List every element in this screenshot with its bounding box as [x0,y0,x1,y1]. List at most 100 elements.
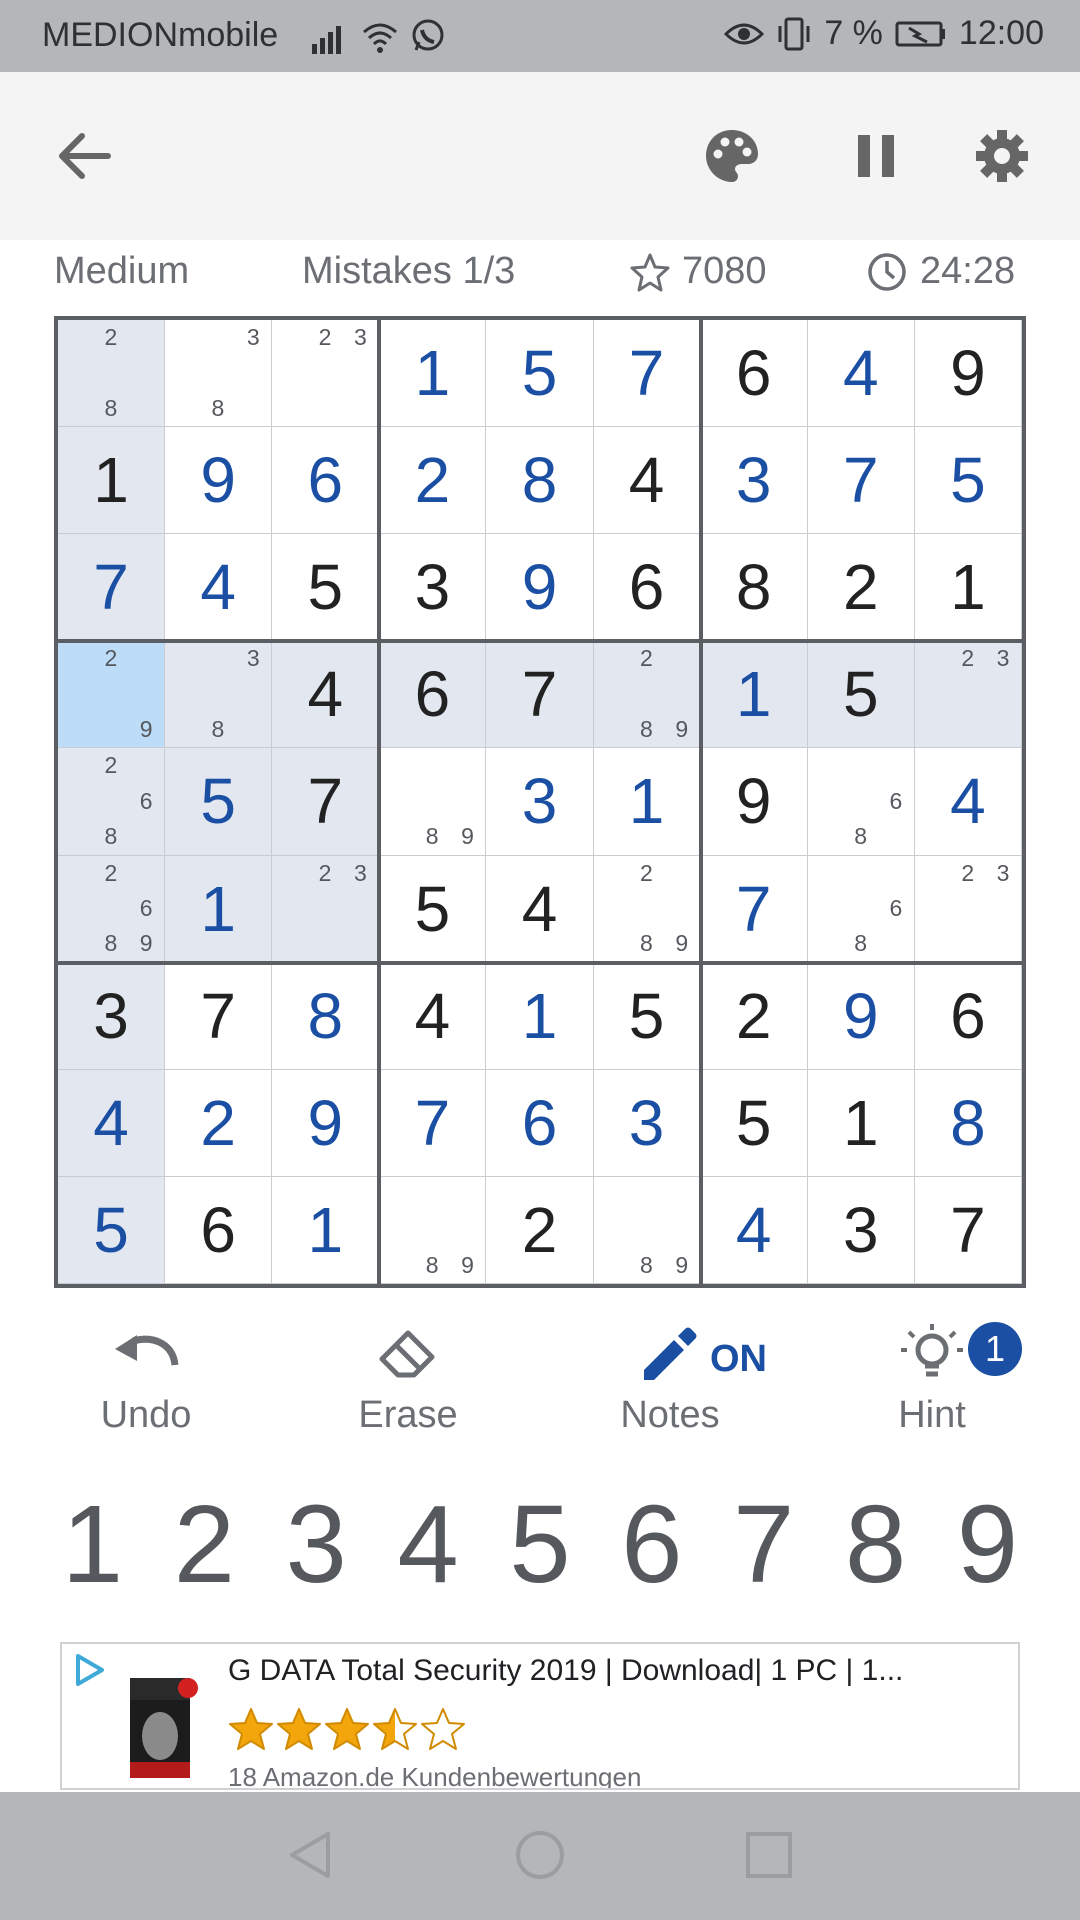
undo-button[interactable]: Undo [46,1318,246,1448]
board-cell-r7c8[interactable]: 9 [807,962,915,1070]
board-cell-r7c3[interactable]: 8 [272,962,380,1070]
board-cell-r9c6[interactable]: 89 [593,1176,701,1284]
back-nav-icon[interactable] [284,1828,338,1882]
board-cell-r2c8[interactable]: 7 [807,427,915,535]
board-cell-r8c9[interactable]: 8 [914,1069,1022,1177]
settings-button[interactable] [962,116,1042,196]
board-cell-r7c1[interactable]: 3 [58,962,166,1070]
number-key-2[interactable]: 2 [152,1490,257,1600]
board-cell-r6c4[interactable]: 5 [379,855,487,963]
ad-title[interactable]: G DATA Total Security 2019 | Download| 1… [228,1654,903,1688]
board-cell-r2c3[interactable]: 6 [272,427,380,535]
board-cell-r4c9[interactable]: 23 [914,641,1022,749]
board-cell-r7c9[interactable]: 6 [914,962,1022,1070]
board-cell-r3c7[interactable]: 8 [700,534,808,642]
board-cell-r3c6[interactable]: 6 [593,534,701,642]
board-cell-r6c3[interactable]: 23 [272,855,380,963]
number-key-8[interactable]: 8 [823,1490,928,1600]
number-key-5[interactable]: 5 [488,1490,593,1600]
board-cell-r9c3[interactable]: 1 [272,1176,380,1284]
ad-reviews[interactable]: 18 Amazon.de Kundenbewertungen [228,1762,641,1788]
board-cell-r8c2[interactable]: 2 [165,1069,273,1177]
board-cell-r9c8[interactable]: 3 [807,1176,915,1284]
board-cell-r4c1[interactable]: 29 [58,641,166,749]
board-cell-r2c5[interactable]: 8 [486,427,594,535]
number-key-6[interactable]: 6 [599,1490,704,1600]
board-cell-r6c1[interactable]: 2689 [58,855,166,963]
board-cell-r6c8[interactable]: 68 [807,855,915,963]
board-cell-r6c9[interactable]: 23 [914,855,1022,963]
number-key-4[interactable]: 4 [376,1490,481,1600]
board-cell-r5c6[interactable]: 1 [593,748,701,856]
board-cell-r5c3[interactable]: 7 [272,748,380,856]
board-cell-r8c4[interactable]: 7 [379,1069,487,1177]
board-cell-r9c5[interactable]: 2 [486,1176,594,1284]
board-cell-r3c5[interactable]: 9 [486,534,594,642]
board-cell-r4c6[interactable]: 2 89 [593,641,701,749]
board-cell-r7c4[interactable]: 4 [379,962,487,1070]
board-cell-r9c2[interactable]: 6 [165,1176,273,1284]
number-key-3[interactable]: 3 [264,1490,369,1600]
board-cell-r1c9[interactable]: 9 [914,320,1022,428]
board-cell-r2c9[interactable]: 5 [914,427,1022,535]
board-cell-r9c7[interactable]: 4 [700,1176,808,1284]
board-cell-r1c1[interactable]: 28 [58,320,166,428]
board-cell-r7c7[interactable]: 2 [700,962,808,1070]
theme-button[interactable] [692,116,772,196]
board-cell-r5c1[interactable]: 268 [58,748,166,856]
board-cell-r1c3[interactable]: 23 [272,320,380,428]
number-key-7[interactable]: 7 [711,1490,816,1600]
board-cell-r6c7[interactable]: 7 [700,855,808,963]
board-cell-r4c8[interactable]: 5 [807,641,915,749]
board-cell-r4c5[interactable]: 7 [486,641,594,749]
board-cell-r8c8[interactable]: 1 [807,1069,915,1177]
pause-button[interactable] [836,116,916,196]
ad-banner[interactable]: G DATA Total Security 2019 | Download| 1… [60,1642,1020,1790]
number-key-9[interactable]: 9 [935,1490,1040,1600]
board-cell-r4c7[interactable]: 1 [700,641,808,749]
board-cell-r2c6[interactable]: 4 [593,427,701,535]
recents-nav-icon[interactable] [742,1828,796,1882]
board-cell-r5c9[interactable]: 4 [914,748,1022,856]
board-cell-r2c4[interactable]: 2 [379,427,487,535]
board-cell-r3c9[interactable]: 1 [914,534,1022,642]
board-cell-r8c5[interactable]: 6 [486,1069,594,1177]
board-cell-r4c4[interactable]: 6 [379,641,487,749]
board-cell-r3c1[interactable]: 7 [58,534,166,642]
board-cell-r1c4[interactable]: 1 [379,320,487,428]
board-cell-r1c7[interactable]: 6 [700,320,808,428]
board-cell-r9c4[interactable]: 89 [379,1176,487,1284]
product-image[interactable] [124,1672,202,1784]
board-cell-r6c6[interactable]: 2 89 [593,855,701,963]
back-button[interactable] [44,116,124,196]
board-cell-r5c7[interactable]: 9 [700,748,808,856]
board-cell-r2c7[interactable]: 3 [700,427,808,535]
ad-choices-icon[interactable] [72,1652,108,1688]
board-cell-r8c1[interactable]: 4 [58,1069,166,1177]
board-cell-r6c5[interactable]: 4 [486,855,594,963]
board-cell-r3c3[interactable]: 5 [272,534,380,642]
board-cell-r4c3[interactable]: 4 [272,641,380,749]
board-cell-r8c3[interactable]: 9 [272,1069,380,1177]
board-cell-r3c2[interactable]: 4 [165,534,273,642]
erase-button[interactable]: Erase [308,1318,508,1448]
board-cell-r5c5[interactable]: 3 [486,748,594,856]
board-cell-r2c1[interactable]: 1 [58,427,166,535]
board-cell-r9c9[interactable]: 7 [914,1176,1022,1284]
home-nav-icon[interactable] [513,1828,567,1882]
board-cell-r2c2[interactable]: 9 [165,427,273,535]
board-cell-r7c6[interactable]: 5 [593,962,701,1070]
board-cell-r6c2[interactable]: 1 [165,855,273,963]
board-cell-r8c6[interactable]: 3 [593,1069,701,1177]
board-cell-r5c4[interactable]: 89 [379,748,487,856]
board-cell-r5c8[interactable]: 68 [807,748,915,856]
board-cell-r5c2[interactable]: 5 [165,748,273,856]
board-cell-r1c2[interactable]: 38 [165,320,273,428]
board-cell-r1c5[interactable]: 5 [486,320,594,428]
board-cell-r7c2[interactable]: 7 [165,962,273,1070]
board-cell-r9c1[interactable]: 5 [58,1176,166,1284]
board-cell-r4c2[interactable]: 38 [165,641,273,749]
number-key-1[interactable]: 1 [40,1490,145,1600]
board-cell-r1c8[interactable]: 4 [807,320,915,428]
board-cell-r3c8[interactable]: 2 [807,534,915,642]
